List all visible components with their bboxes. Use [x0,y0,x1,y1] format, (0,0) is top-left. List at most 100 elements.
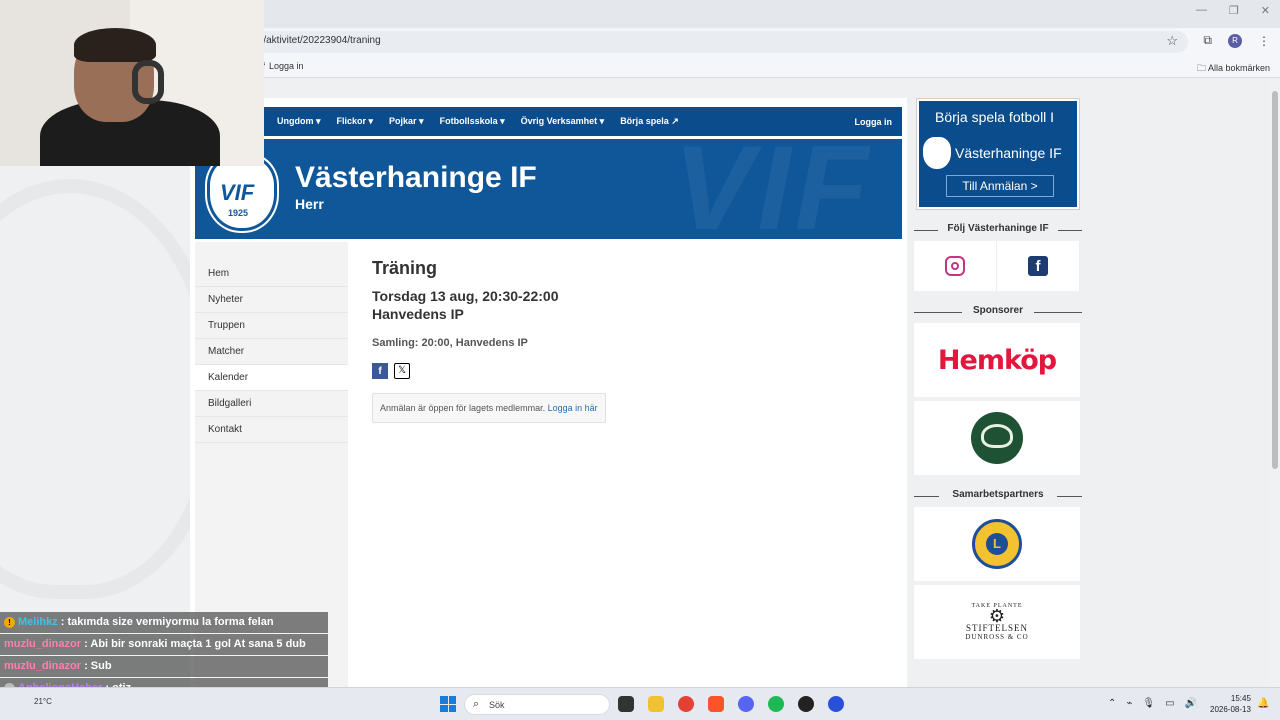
close-icon[interactable]: ✕ [1261,4,1270,17]
scroll-thumb[interactable] [1272,91,1278,469]
chat-message: ! Melihkz : takımda size vermiyormu la fo… [0,612,328,633]
taskbar-search[interactable]: ⌕ Sök [464,694,610,715]
right-sidebar: Börja spela fotboll I Västerhaninge IF T… [914,98,1082,659]
tray-mic-icon[interactable]: 🎙 [1142,698,1155,709]
chat-username: muzlu_dinazor [4,638,82,650]
share-x-icon[interactable]: 𝕏 [394,363,410,379]
page-scrollbar[interactable] [1270,79,1280,687]
nav-flickor[interactable]: Flickor ▾ [329,116,382,127]
banner-watermark: VIF [673,139,872,239]
promo-signup-button[interactable]: Till Anmälan > [946,175,1054,197]
task-view-icon[interactable] [618,696,634,712]
clock-date: 2026-08-13 [1210,705,1251,714]
weather-widget[interactable]: 21°C [34,697,52,706]
dunross-line3: STIFTELSEN [965,623,1028,633]
bookmark-login[interactable]: fLogga in [262,61,304,71]
url-text: r/aktivitet/20223904/traning [260,35,381,46]
profile-avatar[interactable]: R [1228,33,1242,48]
sponsor-green-logo[interactable] [914,401,1080,475]
chat-username: Melihkz [18,616,58,628]
hemkop-logo: Hemköp [937,344,1057,376]
nav-fotbollsskola[interactable]: Fotbollsskola ▾ [432,116,513,127]
nav-ungdom[interactable]: Ungdom ▾ [269,116,329,127]
nav-ovrig-verksamhet[interactable]: Övrig Verksamhet ▾ [513,116,613,127]
lions-letter: L [986,533,1008,555]
event-samling: Samling: 20:00, Hanvedens IP [372,337,528,349]
social-links: f [914,241,1082,291]
notification-bell-icon[interactable]: 🔔 [1257,698,1269,709]
sidenav-item-nyheter[interactable]: Nyheter [195,287,348,313]
minimize-icon[interactable]: — [1196,4,1207,17]
sidenav-item-truppen[interactable]: Truppen [195,313,348,339]
share-buttons: f 𝕏 [372,363,872,379]
bookmark-login-label: Logga in [269,61,304,71]
partner-lions[interactable]: L [914,507,1080,581]
browser-toolbar: ⧉ R ⋮ [1203,33,1270,48]
club-banner: VIF VIF 1925 Västerhaninge IF Herr [195,139,902,239]
url-bar[interactable]: r/aktivitet/20223904/traning ☆ [240,31,1188,53]
restore-icon[interactable]: ❐ [1229,4,1239,17]
sidenav-item-bildgalleri[interactable]: Bildgalleri [195,391,348,417]
partner-dunross[interactable]: TAKE PLANTE ⚙ STIFTELSEN DUNROSS & CO [914,585,1080,659]
chat-message: muzlu_dinazor : Abi bir sonraki maçta 1 … [0,634,328,655]
taskbar-search-placeholder: Sök [489,700,505,710]
tray-chevron-icon[interactable]: ⌃ [1108,698,1116,709]
event-content: Träning Torsdag 13 aug, 20:30-22:00 Hanv… [372,258,872,423]
file-explorer-icon[interactable] [648,696,664,712]
chat-badge-icon: ! [4,617,15,628]
promo-club-name: Västerhaninge IF [955,145,1062,161]
notice-text: Anmälan är öppen för lagets medlemmar. [380,403,546,413]
all-bookmarks-label: Alla bokmärken [1207,63,1270,73]
chat-text: : takımda size vermiyormu la forma felan [57,616,274,628]
ea-app-icon[interactable] [828,696,844,712]
web-page: Ungdom ▾ Flickor ▾ Pojkar ▾ Fotbollsskol… [0,79,1270,687]
webcam-overlay [0,0,264,166]
spotify-icon[interactable] [768,696,784,712]
club-logo-year: 1925 [228,208,249,218]
tray-display-icon[interactable]: ▭ [1165,698,1174,709]
system-tray: ⌃ ⌁ 🎙 ▭ 🔊 [1108,698,1197,709]
sponsor-hemkop[interactable]: Hemköp [914,323,1080,397]
share-facebook-icon[interactable]: f [372,363,388,379]
tray-network-icon[interactable]: ⌁ [1126,698,1132,709]
sidenav-item-kalender[interactable]: Kalender [195,365,348,391]
dunross-logo: TAKE PLANTE ⚙ STIFTELSEN DUNROSS & CO [965,603,1028,641]
brave-icon[interactable] [708,696,724,712]
nav-pojkar[interactable]: Pojkar ▾ [381,116,432,127]
partners-heading: Samarbetspartners [914,489,1082,503]
event-datetime: Torsdag 13 aug, 20:30-22:00 Hanvedens IP [372,287,872,323]
tray-volume-icon[interactable]: 🔊 [1185,698,1197,709]
chrome-icon[interactable] [678,696,694,712]
nav-borja-spela[interactable]: Börja spela ↗ [612,116,687,127]
menu-kebab-icon[interactable]: ⋮ [1258,34,1270,48]
signup-notice: Anmälan är öppen för lagets medlemmar. L… [372,393,606,423]
instagram-link[interactable] [914,241,997,291]
sidenav-item-hem[interactable]: Hem [195,261,348,287]
club-logo-letters: VIF [220,180,255,205]
event-place: Hanvedens IP [372,306,464,322]
all-bookmarks[interactable]: 🗀 Alla bokmärken [1197,61,1270,77]
taskbar-clock[interactable]: 15:45 2026-08-13 [1210,693,1251,715]
start-button-icon[interactable] [440,696,456,712]
sidenav-item-matcher[interactable]: Matcher [195,339,348,365]
sidenav-item-kontakt[interactable]: Kontakt [195,417,348,443]
background-watermark [0,179,220,599]
discord-icon[interactable] [738,696,754,712]
facebook-icon: f [1028,256,1048,276]
windows-taskbar: 21°C ⌕ Sök ⌃ ⌁ 🎙 ▭ 🔊 15:45 2026-08-13 🔔 [0,687,1280,720]
chat-username: muzlu_dinazor [4,660,82,672]
nav-login-link[interactable]: Logga in [855,117,903,127]
obs-icon[interactable] [798,696,814,712]
start-playing-promo[interactable]: Börja spela fotboll I Västerhaninge IF T… [916,98,1080,210]
club-logo[interactable]: VIF 1925 [207,155,277,231]
notice-login-link[interactable]: Logga in här [548,403,598,413]
instagram-icon [945,256,965,276]
folder-icon: 🗀 [1196,63,1206,73]
facebook-link[interactable]: f [997,241,1080,291]
extensions-icon[interactable]: ⧉ [1203,33,1212,48]
promo-title: Börja spela fotboll I [935,109,1055,125]
bookmark-star-icon[interactable]: ☆ [1166,33,1178,49]
club-name: Västerhaninge IF [295,161,537,194]
dunross-emblem: ⚙ [988,606,1006,626]
dunross-line4: DUNROSS & CO [965,633,1029,641]
